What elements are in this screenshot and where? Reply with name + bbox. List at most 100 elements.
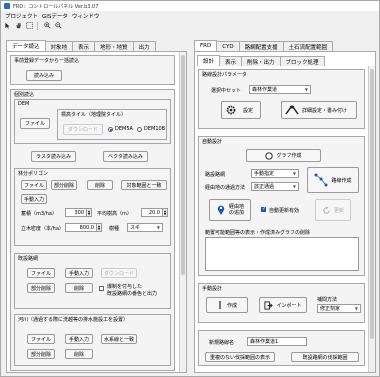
right-tab-bar: FRD CYD 路網配置支援 土石流配置範囲 bbox=[194, 40, 334, 51]
road-method-value: 手動指定 bbox=[254, 171, 275, 177]
std-tile-group: 標高タイル（地理院タイル） ダウンロード DEM5A DEM10B bbox=[57, 109, 167, 140]
tab-data-load[interactable]: データ読込 bbox=[6, 40, 46, 51]
tab-debris-range[interactable]: 土石流配置範囲 bbox=[282, 41, 334, 51]
subtab-block[interactable]: ブロック処理 bbox=[279, 56, 325, 66]
density-stepper[interactable]: ▲ ▼ bbox=[97, 223, 102, 232]
tab-road-support[interactable]: 路網配置支援 bbox=[238, 41, 284, 51]
show-existing-cut-button[interactable]: 既設路網の伐採範囲 bbox=[291, 352, 359, 362]
polygon-target-match-button[interactable]: 対象範囲と一致 bbox=[121, 180, 167, 190]
polygon-partial-delete-button[interactable]: 部分削除 bbox=[51, 180, 77, 190]
tab-cyd[interactable]: CYD bbox=[216, 41, 240, 51]
auto-design-group: 自動設計 グラフ作成 路設路網 手動指定 ▼ 経由地の通過方法 該正通過 ▼ 路… bbox=[198, 136, 365, 276]
species-select[interactable]: スギ ▼ bbox=[127, 223, 163, 232]
dem10b-radio[interactable] bbox=[137, 127, 142, 132]
road-note-line2: 既設路網の番色と出力 bbox=[107, 291, 158, 297]
chevron-down-icon: ▼ bbox=[292, 171, 296, 176]
subtab-design[interactable]: 設計 bbox=[197, 55, 221, 66]
hand-tool-icon[interactable] bbox=[14, 21, 23, 30]
dem10b-label: DEM10B bbox=[144, 126, 166, 132]
settings-button[interactable]: 設定 bbox=[221, 101, 261, 119]
std-tile-title: 標高タイル（地理院タイル） bbox=[61, 112, 127, 118]
tab-terrain-geology[interactable]: 地形・地質 bbox=[94, 41, 134, 51]
left-panel: 事前登録データからー括読込 読み込み 個別読込 DEM ファイル 標高タイル（地… bbox=[6, 51, 187, 373]
manual-create-button[interactable]: 作成 bbox=[206, 297, 248, 313]
chevron-down-icon: ▼ bbox=[304, 87, 308, 92]
tab-target-area[interactable]: 対象地 bbox=[44, 41, 74, 51]
river-title: 河川（通過する際に洗越等の排水施設工を設置） bbox=[18, 317, 129, 323]
detail-settings-button[interactable]: 詳細設定・書み付け bbox=[281, 101, 357, 119]
road-highlight-checkbox[interactable] bbox=[99, 286, 104, 291]
polygon-manual-input-button[interactable]: 手動入力 bbox=[21, 194, 47, 204]
volume-stepper[interactable]: ▲ ▼ bbox=[87, 208, 92, 217]
subtab-delete-output[interactable]: 削除・出力 bbox=[241, 56, 281, 66]
tab-frd[interactable]: FRD bbox=[194, 40, 218, 51]
existing-road-title: 既設路網 bbox=[18, 256, 39, 262]
update-button[interactable]: 更新 bbox=[315, 199, 351, 221]
new-route-input[interactable]: 森林作業道1 bbox=[247, 337, 307, 346]
road-partial-delete-button[interactable]: 部分削除 bbox=[27, 283, 55, 293]
left-scrollbar-thumb[interactable] bbox=[181, 55, 185, 275]
auto-update-checkbox[interactable] bbox=[261, 206, 266, 212]
raster-load-button[interactable]: ラスタ読み込み bbox=[31, 151, 76, 162]
zoom-in-icon[interactable] bbox=[43, 21, 52, 30]
road-delete-button[interactable]: 削除 bbox=[65, 283, 93, 293]
arrow-tool-icon[interactable] bbox=[3, 21, 12, 30]
tools-icon bbox=[285, 105, 299, 115]
road-manual-input-button[interactable]: 手動入力 bbox=[65, 268, 93, 278]
density-input[interactable]: 800.0 bbox=[65, 223, 97, 232]
road-file-button[interactable]: ファイル bbox=[27, 268, 55, 278]
prior-load-title: 事前登録データからー括読込 bbox=[14, 58, 80, 64]
graph-create-button[interactable]: グラフ作成 bbox=[246, 149, 321, 162]
waypoint-add-button[interactable]: 経由地 の追加 bbox=[209, 199, 251, 221]
menu-project[interactable]: プロジェクト bbox=[5, 12, 38, 20]
volume-input[interactable]: 300 bbox=[65, 208, 87, 217]
polygon-file-button[interactable]: ファイル bbox=[21, 180, 47, 190]
preset-select[interactable]: 森林作業道 ▼ bbox=[249, 85, 311, 94]
tile-download-button[interactable]: ダウンロード bbox=[63, 124, 103, 135]
menu-gis-data[interactable]: GISデータ bbox=[42, 12, 68, 20]
manual-create-label: 作成 bbox=[226, 302, 237, 309]
endpoint-value: 該正通過 bbox=[254, 184, 275, 190]
avg-height-stepper[interactable]: ▲ ▼ bbox=[163, 208, 168, 217]
menu-window[interactable]: ウィンドウ bbox=[72, 12, 100, 20]
road-download-button[interactable]: ダウンロード bbox=[101, 268, 137, 278]
individual-load-group: 個別読込 DEM ファイル 標高タイル（地理院タイル） ダウンロード DEM5A… bbox=[10, 89, 175, 371]
right-panel: 設計 表示 削除・出力 ブロック処理 路線設計パラメータ 選択中セット 森林作業… bbox=[194, 51, 376, 373]
show-overlap-button[interactable]: 重複のない伐採範囲の表示 bbox=[205, 352, 275, 362]
pin-icon bbox=[217, 205, 225, 215]
dem-file-button[interactable]: ファイル bbox=[20, 118, 50, 129]
road-params-group: 路線設計パラメータ 選択中セット 森林作業道 ▼ 設定 詳細設定・書み付け bbox=[198, 69, 365, 129]
road-method-select[interactable]: 手動指定 ▼ bbox=[251, 169, 299, 178]
right-scrollbar-thumb[interactable] bbox=[370, 69, 374, 339]
tab-display[interactable]: 表示 bbox=[72, 41, 96, 51]
select-tool-icon[interactable] bbox=[25, 21, 34, 30]
river-water-match-button[interactable]: 水系線と一致 bbox=[101, 334, 137, 344]
prior-load-button[interactable]: 読み込み bbox=[26, 70, 62, 81]
dem5a-radio[interactable] bbox=[108, 127, 113, 132]
zoom-out-icon[interactable] bbox=[54, 21, 63, 30]
endpoint-select[interactable]: 該正通過 ▼ bbox=[251, 182, 299, 191]
river-file-button[interactable]: ファイル bbox=[27, 334, 55, 344]
river-manual-input-button[interactable]: 手動入力 bbox=[65, 334, 93, 344]
tab-output[interactable]: 出力 bbox=[132, 41, 156, 51]
right-scrollbar[interactable] bbox=[368, 66, 375, 372]
auto-design-title: 自動設計 bbox=[202, 139, 223, 145]
polygon-delete-button[interactable]: 削除 bbox=[87, 180, 113, 190]
river-partial-delete-button[interactable]: 部分削除 bbox=[27, 349, 55, 359]
vector-load-button[interactable]: ベクタ読み込み bbox=[103, 151, 148, 162]
avg-height-input[interactable]: 20.0 bbox=[141, 208, 163, 217]
dem-group: DEM ファイル 標高タイル（地理院タイル） ダウンロード DEM5A DEM1… bbox=[14, 99, 171, 144]
circle-icon bbox=[265, 151, 274, 160]
line-icon bbox=[219, 301, 221, 309]
interp-method-select[interactable]: 修正刻家 ▼ bbox=[317, 304, 361, 313]
river-delete-button[interactable]: 削除 bbox=[65, 349, 93, 359]
manual-design-group: 手動設計 作成 インポート 補間方法 修正刻家 ▼ bbox=[198, 283, 365, 323]
import-button[interactable]: インポート bbox=[259, 297, 307, 313]
route-create-button[interactable]: 路線作成 bbox=[307, 167, 359, 193]
graph-list-area[interactable] bbox=[205, 237, 359, 271]
subtab-display[interactable]: 表示 bbox=[219, 56, 243, 66]
graph-create-label: グラフ作成 bbox=[276, 153, 302, 159]
refresh-icon bbox=[323, 205, 330, 214]
left-scrollbar[interactable] bbox=[179, 52, 186, 372]
new-route-group: 新規路線名 森林作業道1 重複のない伐採範囲の表示 既設路網の伐採範囲 bbox=[198, 330, 365, 366]
